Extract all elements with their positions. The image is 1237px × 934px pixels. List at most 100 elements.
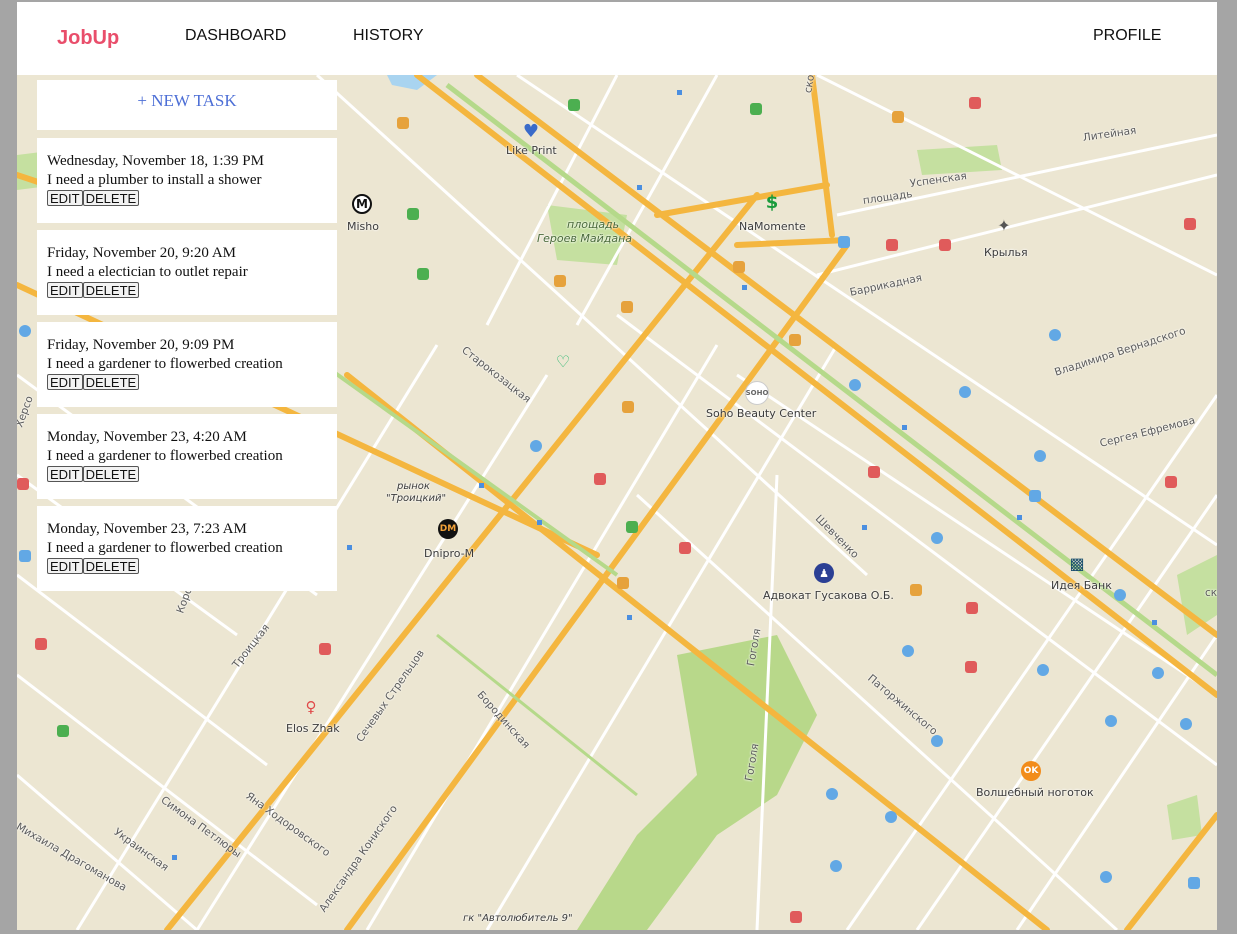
hospital-icon [966, 602, 978, 614]
delete-button[interactable]: DELETE [82, 558, 140, 574]
like-print-label: Like Print [506, 144, 557, 157]
hospital-icon [939, 239, 951, 251]
delete-button[interactable]: DELETE [82, 282, 140, 298]
misho-label: Misho [347, 220, 379, 233]
clinic-heart-icon[interactable]: ♡ [553, 351, 573, 371]
task-date: Wednesday, November 18, 1:39 PM [47, 153, 264, 169]
hotel-icon [626, 521, 638, 533]
delete-button[interactable]: DELETE [82, 374, 140, 390]
top-navbar: JobUp DASHBOARD HISTORY PROFILE [17, 2, 1217, 75]
street-partial-sko: ско [1205, 587, 1217, 599]
nav-history[interactable]: HISTORY [353, 27, 424, 45]
task-card: Friday, November 20, 9:20 AM I need a el… [37, 230, 337, 315]
edit-button[interactable]: EDIT [47, 190, 83, 206]
task-date: Friday, November 20, 9:20 AM [47, 245, 237, 261]
hotel-icon [407, 208, 419, 220]
pool-icon [617, 577, 629, 589]
hospital-icon [35, 638, 47, 650]
drop-icon [1152, 667, 1164, 679]
task-description: I need a gardener to flowerbed creation [47, 448, 283, 464]
task-card: Wednesday, November 18, 1:39 PM I need a… [37, 138, 337, 223]
mail-icon [1029, 490, 1041, 502]
museum-icon [397, 117, 409, 129]
shop-icon [750, 103, 762, 115]
drop-icon [1037, 664, 1049, 676]
museum-icon [622, 401, 634, 413]
hotel-icon [417, 268, 429, 280]
hospital-icon [679, 542, 691, 554]
hospital-icon [969, 97, 981, 109]
shop-icon [568, 99, 580, 111]
book-icon [19, 550, 31, 562]
delete-button[interactable]: DELETE [82, 190, 140, 206]
soho-label: Soho Beauty Center [706, 407, 817, 420]
hospital-icon [319, 643, 331, 655]
museum-icon [554, 275, 566, 287]
task-card: Monday, November 23, 7:23 AM I need a ga… [37, 506, 337, 591]
garage-label: гк "Автолюбитель 9" [463, 913, 573, 924]
krylya-wings-icon[interactable]: ✦ [994, 215, 1014, 235]
drop-icon [931, 735, 943, 747]
task-date: Monday, November 23, 7:23 AM [47, 521, 247, 537]
hospital-icon [594, 473, 606, 485]
app-window: JobUp DASHBOARD HISTORY PROFILE ♥ Like P… [17, 2, 1217, 930]
drop-icon [1100, 871, 1112, 883]
drop-icon [1105, 715, 1117, 727]
task-date: Friday, November 20, 9:09 PM [47, 337, 235, 353]
nav-profile[interactable]: PROFILE [1093, 27, 1161, 45]
lawyer-icon[interactable]: ♟ [814, 563, 834, 583]
drop-icon [1114, 589, 1126, 601]
drop-icon [530, 440, 542, 452]
drop-icon [849, 379, 861, 391]
bank-icon[interactable]: ▩ [1067, 553, 1087, 573]
drop-icon [1049, 329, 1061, 341]
nav-dashboard[interactable]: DASHBOARD [185, 27, 286, 45]
ideya-bank-label: Идея Банк [1051, 579, 1112, 592]
hospital-icon [17, 478, 29, 490]
edit-button[interactable]: EDIT [47, 374, 83, 390]
brand-logo[interactable]: JobUp [57, 27, 119, 50]
like-print-heart-icon[interactable]: ♥ [521, 121, 541, 142]
hospital-icon [1165, 476, 1177, 488]
drop-icon [19, 325, 31, 337]
museum-icon [910, 584, 922, 596]
hospital-icon [868, 466, 880, 478]
drop-icon [1180, 718, 1192, 730]
drop-icon [931, 532, 943, 544]
soho-logo-icon[interactable]: SOHO [745, 381, 769, 405]
square-label-2: Героев Майдана [537, 232, 633, 245]
elos-zhak-label: Elos Zhak [286, 722, 340, 735]
drop-icon [826, 788, 838, 800]
namomente-dollar-icon[interactable]: $ [762, 192, 782, 213]
theater-icon [621, 301, 633, 313]
drop-icon [959, 386, 971, 398]
mail-icon [1188, 877, 1200, 889]
drop-icon [830, 860, 842, 872]
park-area [577, 635, 817, 930]
edit-button[interactable]: EDIT [47, 282, 83, 298]
drop-icon [885, 811, 897, 823]
theater-icon [789, 334, 801, 346]
drop-icon [1034, 450, 1046, 462]
hospital-icon [886, 239, 898, 251]
hotel-icon [57, 725, 69, 737]
beauty-icon[interactable]: ♀ [301, 697, 321, 717]
misho-metro-icon[interactable]: M [352, 194, 372, 214]
dnipro-m-label: Dnipro-M [424, 547, 475, 560]
delete-button[interactable]: DELETE [82, 466, 140, 482]
task-description: I need a electician to outlet repair [47, 264, 248, 280]
nogotok-icon[interactable]: OK [1021, 761, 1041, 781]
star-icon [838, 236, 850, 248]
hospital-icon [965, 661, 977, 673]
market-label-2: "Троицкий" [386, 493, 447, 504]
edit-button[interactable]: EDIT [47, 558, 83, 574]
edit-button[interactable]: EDIT [47, 466, 83, 482]
task-card: Monday, November 23, 4:20 AM I need a ga… [37, 414, 337, 499]
market-label-1: рынок [397, 481, 430, 492]
new-task-button[interactable]: + NEW TASK [37, 80, 337, 130]
dnipro-m-icon[interactable]: DM [438, 519, 458, 539]
drop-icon [902, 645, 914, 657]
task-date: Monday, November 23, 4:20 AM [47, 429, 247, 445]
task-card: Friday, November 20, 9:09 PM I need a ga… [37, 322, 337, 407]
advokat-label: Адвокат Гусакова О.Б. [763, 589, 894, 602]
